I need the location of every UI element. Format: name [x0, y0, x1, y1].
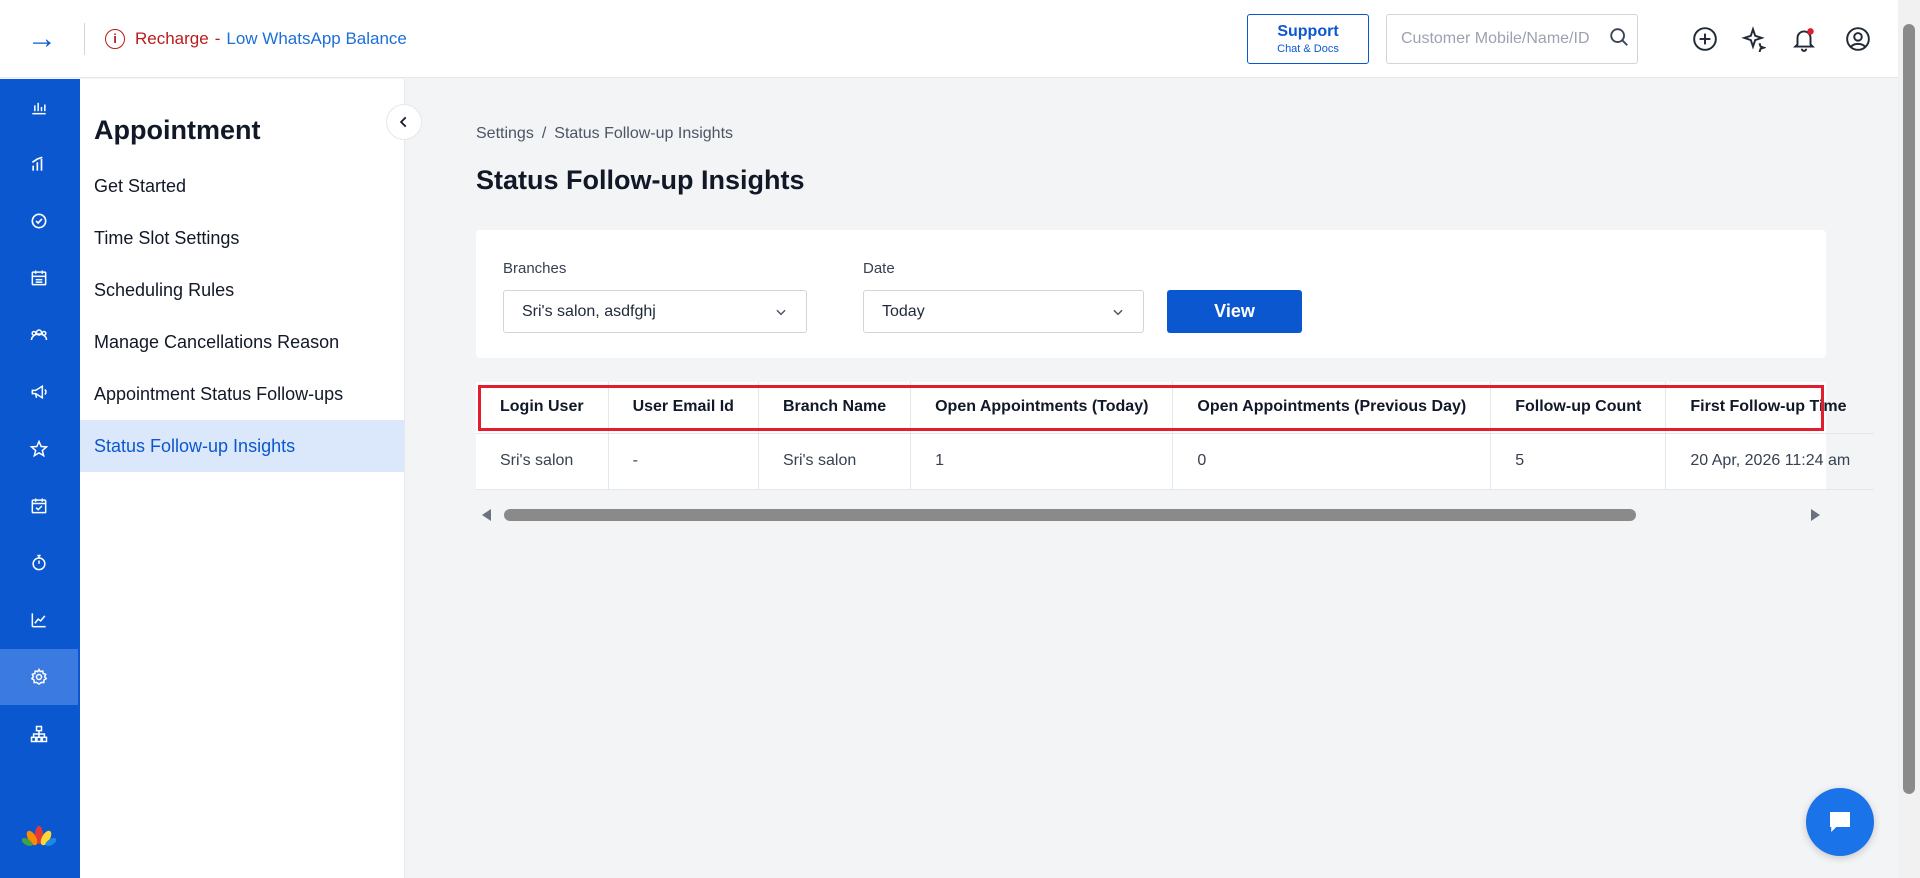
table-header-row: Login User User Email Id Branch Name Ope…	[476, 382, 1875, 434]
check-circle-icon[interactable]	[0, 193, 78, 249]
expand-menu-icon[interactable]: →	[0, 0, 84, 78]
branches-value: Sri's salon, asdfghj	[522, 302, 656, 320]
star-icon[interactable]	[0, 421, 78, 477]
settings-icon[interactable]	[0, 649, 78, 705]
table-cell: -	[608, 433, 759, 490]
filter-card: Branches Sri's salon, asdfghj Date Today…	[476, 230, 1826, 358]
megaphone-icon[interactable]	[0, 364, 78, 420]
branches-select[interactable]: Sri's salon, asdfghj	[503, 290, 807, 333]
low-balance-alert[interactable]: i Recharge - Low WhatsApp Balance	[105, 28, 407, 49]
calendar-icon[interactable]	[0, 250, 78, 306]
chat-bubble-icon	[1830, 812, 1850, 832]
column-header[interactable]: First Follow-up Time	[1665, 382, 1875, 434]
insights-table: Login User User Email Id Branch Name Ope…	[476, 382, 1875, 490]
branches-label: Branches	[503, 260, 567, 277]
organization-icon[interactable]	[0, 706, 78, 762]
table-cell: 20 Apr, 2026 11:24 am	[1665, 433, 1875, 490]
scroll-right-arrow-icon[interactable]	[1811, 509, 1820, 521]
add-circle-icon[interactable]	[1688, 22, 1722, 56]
breadcrumb-separator: /	[541, 125, 547, 142]
column-header[interactable]: Open Appointments (Previous Day)	[1172, 382, 1492, 434]
search-icon[interactable]	[1608, 26, 1630, 53]
table-cell: Sri's salon	[476, 433, 609, 490]
chevron-down-icon	[776, 309, 786, 315]
calendar-check-icon[interactable]	[0, 478, 78, 534]
main-content: Settings / Status Follow-up Insights Sta…	[476, 79, 1875, 490]
horizontal-scrollbar[interactable]	[476, 505, 1826, 525]
low-whatsapp-balance-link[interactable]: Low WhatsApp Balance	[226, 29, 407, 49]
subnav-item-manage-cancellations-reason[interactable]: Manage Cancellations Reason	[80, 316, 404, 368]
breadcrumb: Settings / Status Follow-up Insights	[476, 125, 1826, 143]
subnav-item-time-slot-settings[interactable]: Time Slot Settings	[80, 212, 404, 264]
column-header[interactable]: Open Appointments (Today)	[910, 382, 1174, 434]
subnav-item-appointment-status-follow-ups[interactable]: Appointment Status Follow-ups	[80, 368, 404, 420]
main-nav-rail	[0, 79, 80, 878]
table-cell: 5	[1490, 433, 1667, 490]
chevron-down-icon	[1113, 309, 1123, 315]
support-subtitle: Chat & Docs	[1277, 43, 1339, 55]
alert-separator: -	[214, 28, 221, 48]
dashboard-icon[interactable]	[0, 79, 78, 135]
date-label: Date	[863, 260, 895, 277]
appointment-subnav: Appointment Get Started Time Slot Settin…	[80, 79, 405, 878]
breadcrumb-settings[interactable]: Settings	[476, 125, 534, 143]
customer-search-input[interactable]	[1401, 30, 1608, 48]
column-header[interactable]: Follow-up Count	[1490, 382, 1667, 434]
support-button[interactable]: Support Chat & Docs	[1247, 14, 1369, 64]
support-title: Support	[1277, 23, 1339, 40]
customer-search[interactable]	[1386, 14, 1638, 64]
subnav-title: Appointment	[94, 115, 261, 145]
view-button[interactable]: View	[1167, 290, 1302, 333]
notification-bell-icon[interactable]	[1787, 22, 1821, 56]
date-value: Today	[882, 302, 925, 320]
customers-icon[interactable]	[0, 307, 78, 363]
column-header[interactable]: Login User	[476, 382, 609, 434]
subnav-item-get-started[interactable]: Get Started	[80, 160, 404, 212]
recharge-link[interactable]: Recharge	[135, 29, 209, 49]
table-row: Sri's salon - Sri's salon 1 0 5 20 Apr, …	[476, 433, 1875, 490]
reports-icon[interactable]	[0, 136, 78, 192]
column-header[interactable]: Branch Name	[758, 382, 912, 434]
subnav-item-status-follow-up-insights[interactable]: Status Follow-up Insights	[80, 420, 404, 472]
user-profile-icon[interactable]	[1841, 22, 1875, 56]
chevron-left-icon	[399, 116, 407, 128]
breadcrumb-current: Status Follow-up Insights	[554, 125, 734, 142]
analytics-icon[interactable]	[0, 592, 78, 648]
chat-button[interactable]	[1806, 788, 1874, 856]
info-icon: i	[105, 28, 125, 49]
scroll-left-arrow-icon[interactable]	[482, 509, 491, 521]
sparkle-icon[interactable]	[1736, 22, 1770, 56]
table-cell: Sri's salon	[758, 433, 912, 490]
table-cell: 1	[910, 433, 1174, 490]
vertical-scrollbar[interactable]	[1898, 0, 1920, 878]
vertical-scroll-thumb[interactable]	[1903, 24, 1915, 794]
brand-lotus-logo	[21, 825, 57, 852]
page-title: Status Follow-up Insights	[476, 165, 805, 195]
header-divider	[84, 22, 85, 55]
subnav-item-scheduling-rules[interactable]: Scheduling Rules	[80, 264, 404, 316]
horizontal-scroll-thumb[interactable]	[504, 509, 1636, 521]
column-header[interactable]: User Email Id	[608, 382, 759, 434]
table-cell: 0	[1172, 433, 1492, 490]
collapse-sidebar-button[interactable]	[386, 104, 422, 140]
date-select[interactable]: Today	[863, 290, 1144, 333]
timer-icon[interactable]	[0, 535, 78, 591]
